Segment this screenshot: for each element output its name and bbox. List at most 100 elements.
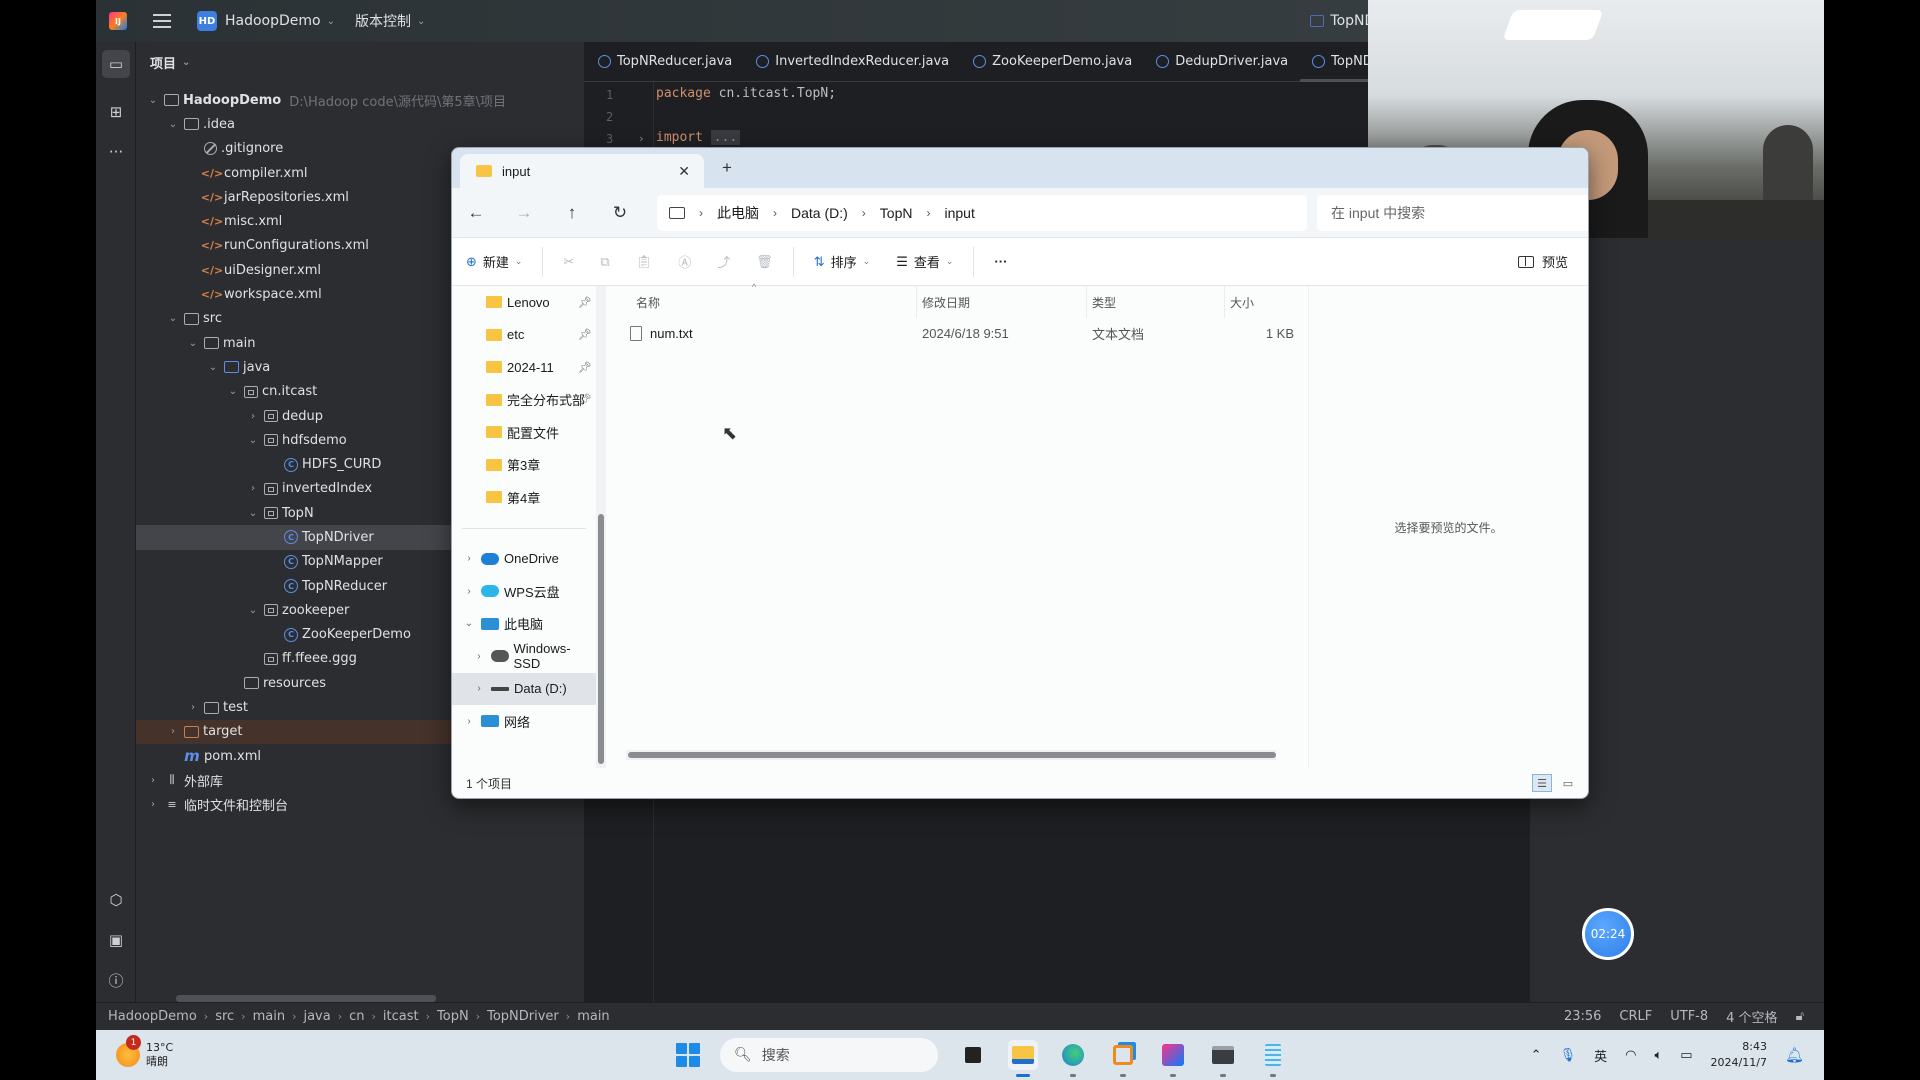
refresh-button[interactable]: ↻ (596, 203, 644, 223)
chevron-down-icon[interactable]: ⌄ (462, 618, 476, 629)
chevron-down-icon[interactable]: ⌄ (166, 313, 180, 324)
chevron-right-icon[interactable]: › (462, 553, 476, 564)
breadcrumb-item[interactable]: TopN (437, 1009, 469, 1024)
quick-access-item[interactable]: 2024-11 📌︎ (452, 351, 596, 384)
column-divider[interactable] (1224, 286, 1225, 318)
explorer-tab[interactable]: input ✕ (460, 154, 704, 188)
location-item[interactable]: › OneDrive (452, 543, 596, 576)
breadcrumb-item[interactable]: itcast (383, 1009, 419, 1024)
ime-indicator[interactable]: 英 (1594, 1046, 1607, 1065)
chevron-right-icon[interactable]: › (926, 206, 930, 220)
indent-setting[interactable]: 4 个空格 (1726, 1007, 1777, 1026)
chevron-right-icon[interactable]: › (472, 683, 486, 694)
chevron-down-icon[interactable]: ⌄ (206, 362, 220, 373)
details-view-button[interactable]: ☰ (1532, 774, 1552, 792)
location-item[interactable]: › Windows-SSD (452, 640, 596, 673)
address-bar[interactable]: › 此电脑 › Data (D:) › TopN › input (657, 195, 1307, 231)
breadcrumb-item[interactable]: src (215, 1009, 234, 1024)
breadcrumb-item[interactable]: cn (349, 1009, 364, 1024)
clock[interactable]: 8:43 2024/11/7 (1711, 1039, 1767, 1071)
editor-tab[interactable]: ZooKeeperDemo.java (961, 42, 1144, 82)
problems-tool-button[interactable]: ⓘ (102, 966, 130, 994)
file-explorer-app[interactable] (1008, 1040, 1038, 1077)
rename-button[interactable]: Ⓐ (678, 252, 691, 271)
terminal-tool-button[interactable]: ▣ (102, 926, 130, 954)
nav-pane-scrollbar[interactable] (596, 286, 606, 768)
column-header-type[interactable]: 类型 (1092, 294, 1116, 311)
line-ending[interactable]: CRLF (1619, 1009, 1652, 1024)
tree-node[interactable]: ⌄ .idea (136, 112, 584, 136)
new-tab-button[interactable]: + (722, 158, 732, 178)
address-segment[interactable]: 此电脑 (717, 203, 759, 223)
chevron-down-icon[interactable]: ⌄ (226, 386, 240, 397)
notification-bell-icon[interactable]: 🔔︎ (1785, 1046, 1804, 1064)
column-divider[interactable] (916, 286, 917, 318)
column-header-size[interactable]: 大小 (1230, 294, 1254, 311)
delete-button[interactable]: 🗑︎ (756, 254, 773, 270)
structure-tool-button[interactable]: ⊞ (102, 98, 130, 126)
chevron-right-icon[interactable]: › (462, 716, 476, 727)
more-tools-button[interactable]: ··· (102, 138, 130, 166)
chevron-right-icon[interactable]: › (146, 775, 160, 786)
project-switcher[interactable]: HadoopDemo ⌄ (225, 13, 335, 29)
chevron-down-icon[interactable]: ⌄ (246, 605, 260, 616)
sort-button[interactable]: ⇅ 排序 ⌄ (814, 252, 870, 271)
edge-app[interactable] (1058, 1040, 1088, 1077)
project-panel-header[interactable]: 项目 ⌄ (136, 42, 584, 82)
breadcrumb-item[interactable]: TopNDriver (487, 1009, 559, 1024)
share-button[interactable]: ⤴ (717, 252, 730, 271)
back-button[interactable]: ← (452, 203, 500, 223)
quick-access-item[interactable]: etc 📌︎ (452, 319, 596, 352)
search-input[interactable]: 在 input 中搜索 (1317, 195, 1588, 231)
chevron-down-icon[interactable]: ⌄ (146, 95, 160, 106)
editor-tab[interactable]: DedupDriver.java (1144, 42, 1300, 82)
column-header-modified[interactable]: 修改日期 (922, 294, 970, 311)
quick-access-item[interactable]: 完全分布式部 📌︎ (452, 384, 596, 417)
file-encoding[interactable]: UTF-8 (1670, 1009, 1708, 1024)
intellij-app[interactable] (1158, 1040, 1188, 1077)
caret-position[interactable]: 23:56 (1564, 1009, 1601, 1024)
chevron-right-icon[interactable]: › (472, 651, 486, 662)
close-tab-icon[interactable]: ✕ (678, 163, 690, 180)
chevron-right-icon[interactable]: › (862, 206, 866, 220)
wifi-icon[interactable]: ◠ (1625, 1048, 1636, 1063)
start-button[interactable] (676, 1043, 700, 1067)
chevron-right-icon[interactable]: › (186, 702, 200, 713)
vcs-menu[interactable]: 版本控制 ⌄ (355, 11, 425, 31)
chevron-right-icon[interactable]: › (773, 206, 777, 220)
chevron-right-icon[interactable]: › (246, 483, 260, 494)
lock-icon[interactable]: 🔓︎ (1796, 1009, 1804, 1024)
new-button[interactable]: ⊕ 新建 ⌄ (466, 252, 522, 271)
forward-button[interactable]: → (500, 203, 548, 223)
view-button[interactable]: ☰ 查看 ⌄ (896, 252, 953, 271)
fold-chevron-icon[interactable]: › (638, 132, 645, 145)
notepad-app[interactable] (1258, 1040, 1288, 1077)
column-divider[interactable] (1086, 286, 1087, 318)
location-item[interactable]: ⌄ 此电脑 (452, 608, 596, 641)
location-item[interactable]: › 网络 (452, 705, 596, 738)
weather-widget[interactable]: 1 13°C 晴朗 (116, 1035, 173, 1069)
chevron-down-icon[interactable]: ⌄ (186, 338, 200, 349)
taskbar-search[interactable]: 🔍︎ 搜索 (720, 1038, 938, 1072)
location-item[interactable]: › Data (D:) (452, 672, 596, 705)
column-header-name[interactable]: 名称 (636, 294, 660, 311)
address-segment[interactable]: input (944, 205, 974, 221)
chevron-right-icon[interactable]: › (166, 726, 180, 737)
volume-icon[interactable]: 🔈︎ (1654, 1048, 1662, 1063)
horizontal-scrollbar[interactable] (626, 750, 1276, 760)
up-button[interactable]: ↑ (548, 203, 596, 223)
address-segment[interactable]: Data (D:) (791, 205, 848, 221)
tiles-view-button[interactable]: ▭ (1558, 774, 1578, 792)
editor-tab[interactable]: InvertedIndexReducer.java (744, 42, 961, 82)
tree-node[interactable]: ⌄ HadoopDemo D:\Hadoop code\源代码\第5章\项目 (136, 88, 584, 112)
copy-button[interactable]: ⧉ (600, 254, 609, 270)
remote-desktop-app[interactable] (1208, 1040, 1238, 1077)
chevron-down-icon[interactable]: ⌄ (166, 119, 180, 130)
preview-pane-button[interactable]: 预览 (1517, 252, 1568, 271)
chevron-down-icon[interactable]: ⌄ (246, 508, 260, 519)
chevron-down-icon[interactable]: ⌄ (246, 435, 260, 446)
recording-timer[interactable]: 02:24 (1582, 908, 1634, 960)
breadcrumb-item[interactable]: java (303, 1009, 330, 1024)
microphone-icon[interactable]: 🎙︎ (1560, 1048, 1577, 1063)
project-tool-button[interactable]: ▭ (102, 50, 130, 78)
